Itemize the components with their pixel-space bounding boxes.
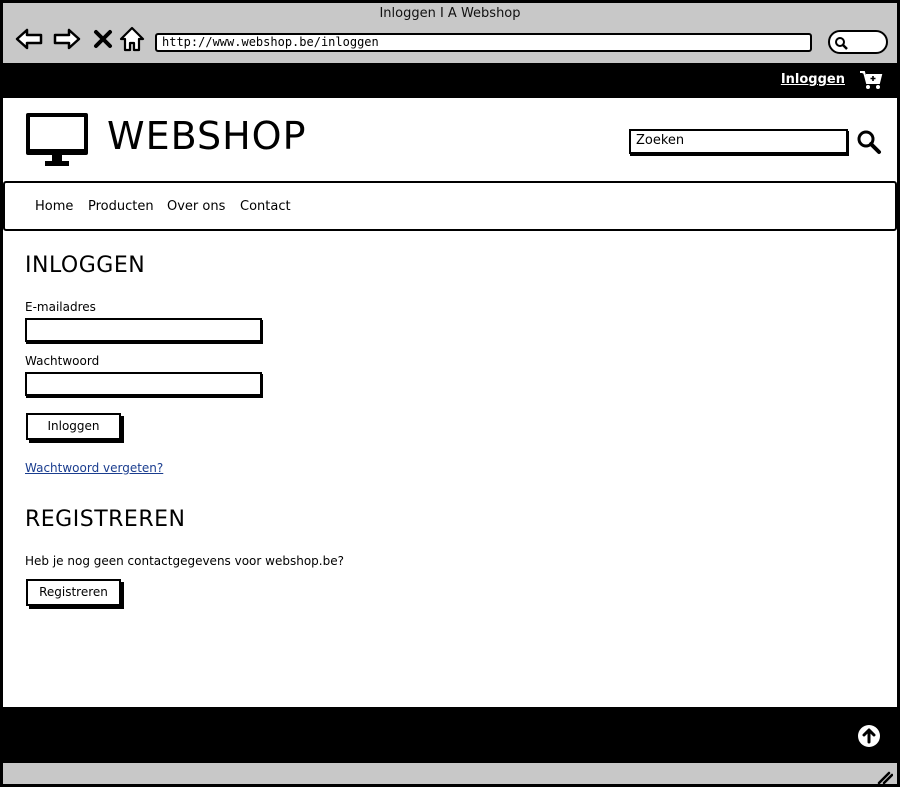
address-bar[interactable]: http://www.webshop.be/inloggen	[155, 33, 812, 52]
close-icon[interactable]	[89, 25, 117, 53]
browser-search-field[interactable]	[828, 30, 888, 54]
logo-text[interactable]: WEBSHOP	[107, 114, 307, 158]
monitor-icon[interactable]	[25, 112, 89, 172]
top-bar: Inloggen	[3, 65, 897, 96]
register-text: Heb je nog geen contactgegevens voor web…	[25, 554, 344, 568]
site-search-input[interactable]: Zoeken	[629, 129, 848, 154]
register-heading: REGISTREREN	[25, 507, 186, 532]
login-heading: INLOGGEN	[25, 253, 146, 278]
register-button[interactable]: Registreren	[26, 579, 121, 606]
cart-icon[interactable]	[859, 70, 883, 94]
password-label: Wachtwoord	[25, 354, 100, 368]
menu-item-contact[interactable]: Contact	[240, 199, 291, 214]
resize-handle-icon[interactable]	[877, 769, 894, 784]
menu-item-over-ons[interactable]: Over ons	[167, 199, 225, 214]
menu-item-producten[interactable]: Producten	[88, 199, 154, 214]
password-field[interactable]	[25, 372, 262, 396]
browser-window: Inloggen I A Webshop http://www.webshop.…	[0, 0, 900, 787]
arrow-up-circle-icon[interactable]	[857, 724, 881, 752]
menu-item-home[interactable]: Home	[35, 199, 73, 214]
site-header: WEBSHOP Zoeken	[3, 96, 897, 181]
browser-chrome: Inloggen I A Webshop http://www.webshop.…	[3, 3, 897, 65]
main-menu: Home Producten Over ons Contact	[3, 181, 897, 231]
home-icon[interactable]	[118, 25, 146, 53]
back-icon[interactable]	[15, 25, 43, 53]
email-label: E-mailadres	[25, 300, 96, 314]
search-icon	[835, 37, 848, 50]
login-link[interactable]: Inloggen	[781, 72, 845, 87]
email-field[interactable]	[25, 318, 262, 342]
window-title: Inloggen I A Webshop	[379, 6, 521, 21]
forgot-password-link[interactable]: Wachtwoord vergeten?	[25, 461, 163, 475]
forward-icon[interactable]	[53, 25, 81, 53]
site-footer	[3, 707, 897, 761]
search-icon[interactable]	[856, 129, 882, 159]
status-bar	[3, 761, 897, 784]
login-button[interactable]: Inloggen	[26, 413, 121, 440]
